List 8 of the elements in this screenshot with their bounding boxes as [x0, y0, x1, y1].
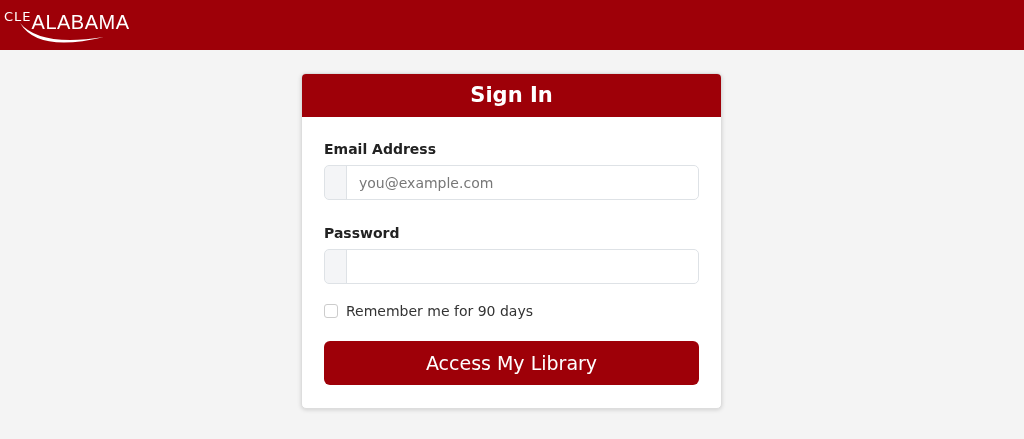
input-field[interactable] — [324, 249, 699, 284]
field-label: Password — [324, 225, 401, 241]
checkbox-label: Remember me for 90 days — [346, 303, 534, 319]
remember-checkbox[interactable] — [324, 304, 338, 318]
card-title: Sign In — [302, 74, 721, 117]
submit-button[interactable]: Access My Library — [324, 341, 699, 385]
field-label: Email Address — [324, 141, 437, 157]
input-field[interactable]: you@example.com — [324, 165, 699, 200]
